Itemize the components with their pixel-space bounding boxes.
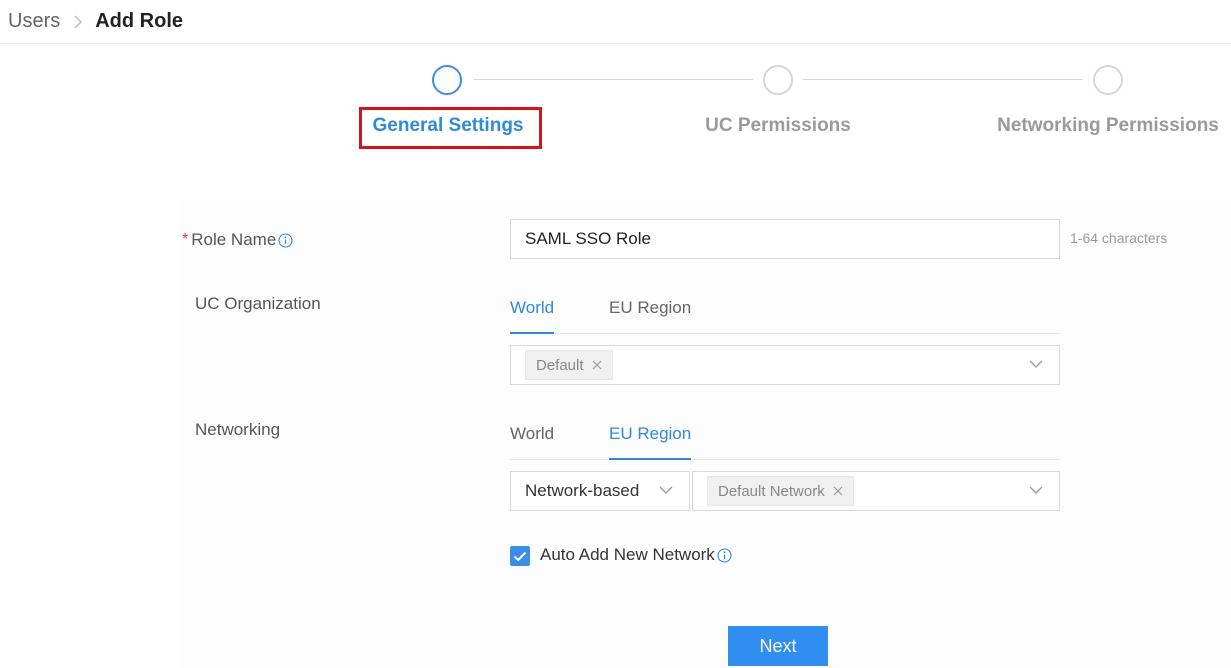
role-name-input[interactable]: SAML SSO Role [510, 219, 1060, 259]
chevron-down-icon[interactable] [1029, 360, 1043, 369]
step-connector [473, 79, 753, 80]
networking-scope-select[interactable]: Network-based [510, 471, 690, 511]
info-icon[interactable] [717, 547, 732, 563]
breadcrumb: Users Add Role [0, 0, 1231, 44]
step-3-circle-icon [1093, 65, 1123, 95]
tab-uc-world[interactable]: World [510, 296, 555, 334]
page-title: Add Role [95, 10, 184, 32]
checkmark-icon [513, 551, 527, 561]
stepper: General Settings UC Permissions Networki… [0, 60, 1231, 160]
next-button[interactable]: Next [728, 626, 828, 666]
close-icon[interactable] [833, 486, 843, 496]
chevron-down-icon[interactable] [1029, 486, 1043, 495]
networking-network-select[interactable]: Default Network [692, 471, 1060, 511]
tag-label: Default Network [718, 482, 825, 500]
step-1-circle-icon [432, 65, 462, 95]
scope-select-value: Network-based [525, 481, 640, 500]
role-name-label-text: Role Name [191, 230, 277, 249]
annotation-highlight [359, 107, 542, 149]
required-asterisk-icon: * [182, 231, 189, 248]
info-icon[interactable] [278, 232, 293, 248]
role-name-hint: 1-64 characters [1070, 230, 1168, 246]
step-2-circle-icon [763, 65, 793, 95]
auto-add-checkbox[interactable] [510, 546, 530, 566]
step-uc-permissions[interactable]: UC Permissions [705, 115, 851, 137]
selected-tag: Default Network [707, 476, 854, 506]
uc-organization-select[interactable]: Default [510, 345, 1060, 385]
networking-tabs: World EU Region [510, 422, 1060, 460]
auto-add-label: Auto Add New Network [540, 545, 732, 565]
uc-organization-label: UC Organization [195, 294, 321, 313]
tag-label: Default [536, 356, 584, 374]
breadcrumb-users-link[interactable]: Users [8, 10, 60, 33]
chevron-down-icon[interactable] [659, 486, 673, 495]
tab-uc-eu-region[interactable]: EU Region [609, 296, 691, 334]
tab-networking-eu-region[interactable]: EU Region [609, 422, 692, 460]
role-name-label: * Role Name [182, 230, 293, 250]
close-icon[interactable] [592, 360, 602, 370]
auto-add-label-text: Auto Add New Network [540, 545, 715, 564]
selected-tag: Default [525, 350, 613, 380]
chevron-right-icon [74, 15, 83, 29]
networking-label: Networking [195, 420, 281, 439]
step-networking-permissions[interactable]: Networking Permissions [997, 115, 1219, 137]
uc-organization-tabs: World EU Region [510, 296, 1060, 334]
tab-networking-world[interactable]: World [510, 422, 554, 460]
step-connector [803, 79, 1083, 80]
